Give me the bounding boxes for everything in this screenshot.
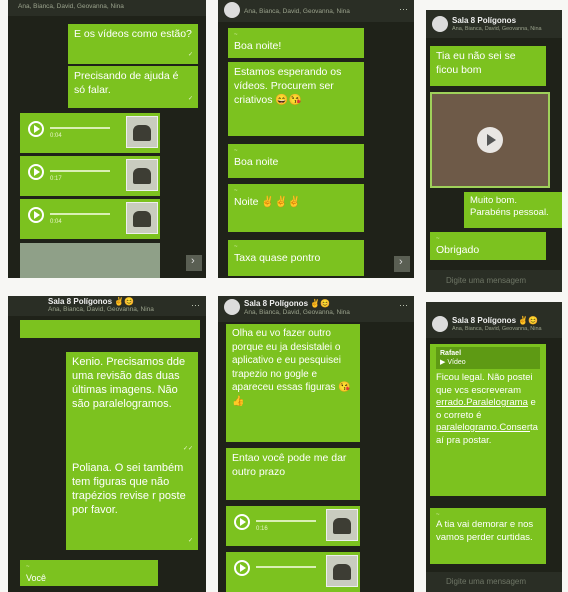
scroll-down-button[interactable] bbox=[394, 256, 410, 272]
message-bubble[interactable]: ~ A tia vai demorar e nos vamos perder cu… bbox=[430, 508, 546, 564]
chat-screenshot-1: Ana, Bianca, David, Geovanna, Nina E os … bbox=[8, 0, 206, 278]
play-icon[interactable] bbox=[477, 127, 503, 153]
group-members: Ana, Bianca, David, Geovanna, Nina bbox=[244, 309, 350, 316]
message-input[interactable]: Digite uma mensagem bbox=[426, 270, 562, 292]
more-icon[interactable]: ··· bbox=[191, 300, 200, 310]
quoted-reply[interactable]: Rafael ▶ Vídeo bbox=[436, 347, 540, 369]
audio-message[interactable]: 0:17 bbox=[20, 156, 160, 196]
message-bubble[interactable]: Rafael ▶ Vídeo Ficou legal. Não postei q… bbox=[430, 344, 546, 496]
group-members: Ana, Bianca, David, Geovanna, Nina bbox=[48, 306, 154, 313]
group-members: Ana, Bianca, David, Geovanna, Nina bbox=[452, 326, 542, 332]
group-avatar[interactable] bbox=[224, 299, 240, 315]
video-message[interactable] bbox=[430, 92, 550, 188]
play-icon[interactable] bbox=[28, 164, 44, 180]
link-text[interactable]: paralelogramo.Conser bbox=[436, 422, 530, 433]
play-icon[interactable] bbox=[28, 207, 44, 223]
more-icon[interactable]: ··· bbox=[399, 300, 408, 310]
chat-header[interactable]: Ana, Bianca, David, Geovanna, Nina bbox=[8, 0, 206, 16]
video-message[interactable] bbox=[20, 243, 160, 278]
message-bubble[interactable]: ~ Boa noite bbox=[228, 144, 364, 178]
group-members: Ana, Bianca, David, Geovanna, Nina bbox=[452, 26, 542, 32]
audio-message[interactable] bbox=[226, 552, 360, 592]
avatar bbox=[326, 555, 358, 587]
reply-bubble[interactable]: ~ Você bbox=[20, 560, 158, 586]
chat-screenshot-5: Sala 8 Polígonos ✌😊 Ana, Bianca, David, … bbox=[218, 296, 414, 592]
message-bubble[interactable]: ~ Taxa quase pontro bbox=[228, 240, 364, 276]
message-bubble[interactable]: E os vídeos como estão? ✓ bbox=[68, 24, 198, 64]
audio-message[interactable]: 0:04 bbox=[20, 199, 160, 239]
chat-header[interactable]: Ana, Bianca, David, Geovanna, Nina ··· bbox=[218, 0, 414, 22]
message-bubble[interactable]: Kenio. Precisamos dde uma revisão das du… bbox=[66, 352, 198, 458]
message-bubble[interactable]: Muito bom. Parabéns pessoal. bbox=[464, 192, 562, 228]
chat-header[interactable]: Sala 8 Polígonos ✌😊 Ana, Bianca, David, … bbox=[8, 296, 206, 316]
more-icon[interactable]: ··· bbox=[399, 4, 408, 14]
play-icon[interactable] bbox=[28, 121, 44, 137]
chat-screenshot-4: Sala 8 Polígonos ✌😊 Ana, Bianca, David, … bbox=[8, 296, 206, 592]
group-members: Ana, Bianca, David, Geovanna, Nina bbox=[18, 3, 124, 10]
avatar bbox=[326, 509, 358, 541]
message-bubble[interactable]: Olha eu vo fazer outro porque eu ja desi… bbox=[226, 324, 360, 442]
scroll-down-button[interactable] bbox=[186, 255, 202, 271]
group-name: Sala 8 Polígonos bbox=[452, 16, 517, 25]
link-text[interactable]: errado.Paralelograma bbox=[436, 397, 528, 408]
group-avatar[interactable] bbox=[224, 2, 240, 18]
group-members: Ana, Bianca, David, Geovanna, Nina bbox=[244, 8, 350, 15]
chat-screenshot-3: Sala 8 Polígonos Ana, Bianca, David, Geo… bbox=[426, 10, 562, 292]
message-bubble[interactable]: Poliana. O sei também tem figuras que nã… bbox=[66, 458, 198, 550]
group-name: Sala 8 Polígonos ✌😊 bbox=[48, 297, 135, 306]
audio-message[interactable]: 0:04 bbox=[20, 113, 160, 153]
play-icon[interactable] bbox=[234, 560, 250, 576]
message-bubble[interactable] bbox=[20, 320, 200, 338]
avatar bbox=[126, 116, 158, 148]
message-bubble[interactable]: ~ Obrigado bbox=[430, 232, 546, 260]
message-bubble[interactable]: Precisando de ajuda é só falar. ✓ bbox=[68, 66, 198, 108]
avatar bbox=[126, 159, 158, 191]
chat-header[interactable]: Sala 8 Polígonos Ana, Bianca, David, Geo… bbox=[426, 10, 562, 38]
avatar bbox=[126, 202, 158, 234]
group-avatar[interactable] bbox=[432, 16, 448, 32]
play-icon[interactable] bbox=[234, 514, 250, 530]
message-bubble[interactable]: Entao você pode me dar outro prazo bbox=[226, 448, 360, 500]
message-bubble[interactable]: ~ Noite ✌✌✌ bbox=[228, 184, 364, 232]
chat-header[interactable]: Sala 8 Polígonos ✌😊 Ana, Bianca, David, … bbox=[218, 296, 414, 322]
message-input[interactable]: Digite uma mensagem bbox=[426, 572, 562, 592]
chat-screenshot-2: Ana, Bianca, David, Geovanna, Nina ··· ~… bbox=[218, 0, 414, 278]
audio-message[interactable]: 0:16 bbox=[226, 506, 360, 546]
message-bubble[interactable]: ~ Boa noite! bbox=[228, 28, 364, 58]
group-avatar[interactable] bbox=[432, 316, 448, 332]
group-name: Sala 8 Polígonos ✌😊 bbox=[244, 299, 331, 308]
message-bubble[interactable]: Tia eu não sei se ficou bom bbox=[430, 46, 546, 86]
chat-header[interactable]: Sala 8 Polígonos ✌😊 Ana, Bianca, David, … bbox=[426, 302, 562, 338]
group-name: Sala 8 Polígonos ✌😊 bbox=[452, 316, 539, 325]
message-bubble[interactable]: Estamos esperando os vídeos. Procurem se… bbox=[228, 62, 364, 136]
chat-screenshot-6: Sala 8 Polígonos ✌😊 Ana, Bianca, David, … bbox=[426, 302, 562, 592]
